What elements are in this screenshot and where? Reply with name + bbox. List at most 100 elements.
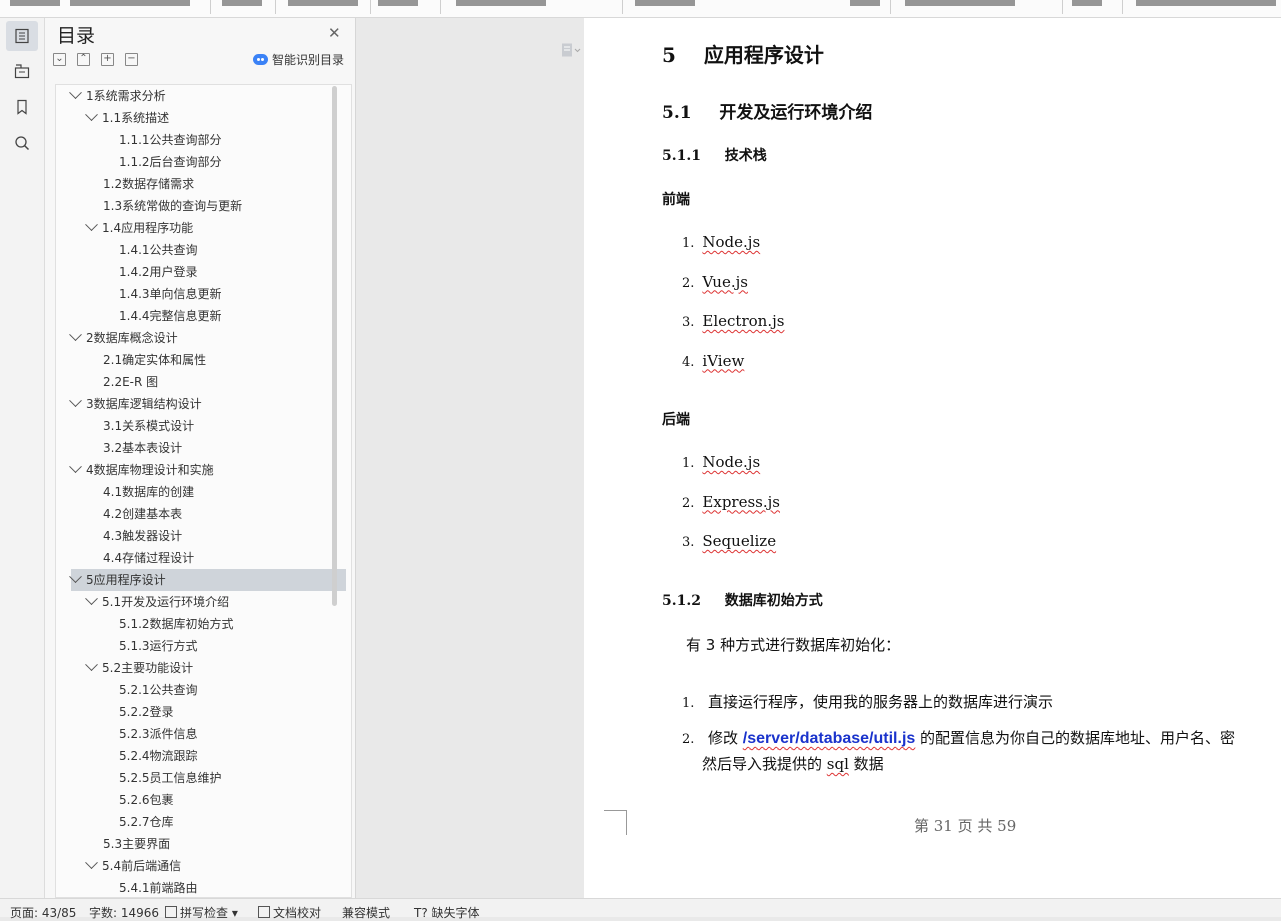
- toc-item-label: 1.4.1公共查询: [119, 243, 198, 257]
- toc-item[interactable]: 1.3系统常做的查询与更新: [71, 195, 346, 217]
- toc-item-label: 1.4应用程序功能: [102, 221, 194, 235]
- toc-item[interactable]: 5.4.1前端路由: [71, 877, 346, 897]
- toc-item[interactable]: 3数据库逻辑结构设计: [69, 393, 346, 415]
- toc-item-label: 5.2.2登录: [119, 705, 174, 719]
- toc-item-label: 2.1确定实体和属性: [103, 353, 207, 367]
- chevron-down-icon[interactable]: [69, 328, 82, 342]
- toc-item-label: 2.2E-R 图: [103, 375, 159, 389]
- toc-title: 目录: [57, 25, 96, 47]
- proofread-icon: [258, 906, 270, 918]
- toc-item[interactable]: 3.2基本表设计: [71, 437, 346, 459]
- list-item: 4. iView: [682, 351, 745, 370]
- toc-item-label: 5应用程序设计: [86, 573, 166, 587]
- toc-item[interactable]: 4.1数据库的创建: [71, 481, 346, 503]
- list-item-text: Vue.js: [702, 272, 748, 291]
- toc-item-label: 5.2.1公共查询: [119, 683, 198, 697]
- step-2: 2. 修改 /server/database/util.js 的配置信息为你自己…: [682, 729, 1236, 747]
- toc-item-label: 3数据库逻辑结构设计: [86, 397, 202, 411]
- heading-3-number: 5.1.1: [662, 148, 701, 164]
- chevron-down-icon[interactable]: [69, 394, 82, 408]
- list-item: 3. Electron.js: [682, 312, 785, 330]
- toc-item[interactable]: 5应用程序设计: [69, 569, 346, 591]
- chevron-down-icon[interactable]: [85, 856, 98, 870]
- missing-fonts[interactable]: T? 缺失字体: [414, 904, 480, 921]
- heading-3-number: 5.1.2: [662, 593, 701, 609]
- step-1-text: 直接运行程序，使用我的服务器上的数据库进行演示: [707, 693, 1053, 711]
- toc-item[interactable]: 4数据库物理设计和实施: [69, 459, 346, 481]
- toc-item[interactable]: 5.2.2登录: [71, 701, 346, 723]
- chevron-down-icon[interactable]: [69, 86, 82, 100]
- toc-item[interactable]: 5.2.5员工信息维护: [71, 767, 346, 789]
- toc-item[interactable]: 5.2.4物流跟踪: [71, 745, 346, 767]
- toc-item[interactable]: 5.1.2数据库初始方式: [71, 613, 346, 635]
- toc-item[interactable]: 4.4存储过程设计: [71, 547, 346, 569]
- spell-check[interactable]: 拼写检查 ▾: [165, 904, 238, 921]
- word-count[interactable]: 字数: 14966: [89, 904, 159, 921]
- toc-item[interactable]: 1系统需求分析: [69, 85, 346, 107]
- structure-icon[interactable]: [6, 56, 38, 86]
- list-item: 3. Sequelize: [682, 532, 777, 550]
- toc-item[interactable]: 3.1关系模式设计: [71, 415, 346, 437]
- toc-item-label: 5.4前后端通信: [102, 859, 182, 873]
- toc-item-label: 4.3触发器设计: [103, 529, 183, 543]
- doc-proofread[interactable]: 文档校对: [258, 904, 321, 921]
- chevron-down-icon[interactable]: [85, 108, 98, 122]
- heading-3-db: 5.1.2 数据库初始方式: [662, 590, 823, 610]
- heading-1-text: 应用程序设计: [703, 43, 824, 67]
- toc-item[interactable]: 2.1确定实体和属性: [71, 349, 346, 371]
- toc-item[interactable]: 1.1.1公共查询部分: [71, 129, 346, 151]
- toc-item-label: 1.4.3单向信息更新: [119, 287, 222, 301]
- bookmark-icon[interactable]: [6, 92, 38, 122]
- toc-item[interactable]: 5.1.3运行方式: [71, 635, 346, 657]
- toc-item[interactable]: 5.3主要界面: [71, 833, 346, 855]
- toc-item-label: 1.2数据存储需求: [103, 177, 195, 191]
- remove-heading-icon[interactable]: −: [125, 53, 138, 66]
- toc-item[interactable]: 1.4应用程序功能: [71, 217, 346, 239]
- toc-scrollbar[interactable]: [332, 86, 337, 606]
- close-icon[interactable]: ✕: [328, 24, 341, 42]
- chevron-down-icon[interactable]: [85, 218, 98, 232]
- toc-item[interactable]: 4.3触发器设计: [71, 525, 346, 547]
- compat-mode[interactable]: 兼容模式: [342, 904, 390, 921]
- toc-view-icon[interactable]: [6, 21, 38, 51]
- toc-item[interactable]: 5.1开发及运行环境介绍: [71, 591, 346, 613]
- toc-list: 1系统需求分析 1.1系统描述 1.1.1公共查询部分 1.1.2后台查询部分 1.2数…: [55, 84, 352, 898]
- toc-item[interactable]: 5.2.1公共查询: [71, 679, 346, 701]
- list-item: 2. Express.js: [682, 492, 780, 511]
- add-heading-icon[interactable]: +: [101, 53, 114, 66]
- smart-toc-button[interactable]: 智能识别目录: [253, 51, 344, 68]
- chevron-down-icon[interactable]: [85, 592, 98, 606]
- page-count[interactable]: 页面: 43/85: [10, 904, 76, 921]
- heading-2-number: 5.1: [662, 103, 692, 123]
- toc-item[interactable]: 4.2创建基本表: [71, 503, 346, 525]
- toc-item-label: 5.1.3运行方式: [119, 639, 198, 653]
- toc-item[interactable]: 5.2.7仓库: [71, 811, 346, 833]
- page-doc-icon[interactable]: [561, 42, 581, 61]
- toc-item[interactable]: 5.2主要功能设计: [71, 657, 346, 679]
- step-2-line2-post: 数据: [848, 755, 884, 773]
- toc-item[interactable]: 2.2E-R 图: [71, 371, 346, 393]
- top-toolbar: [0, 0, 1281, 18]
- chevron-down-icon[interactable]: [69, 570, 82, 584]
- toc-item[interactable]: 1.4.3单向信息更新: [71, 283, 346, 305]
- toc-item[interactable]: 1.4.1公共查询: [71, 239, 346, 261]
- status-bar: 页面: 43/85 字数: 14966 拼写检查 ▾ 文档校对 兼容模式 T? …: [0, 898, 1281, 920]
- chevron-down-icon[interactable]: [69, 460, 82, 474]
- collapse-all-icon[interactable]: ⌄: [53, 53, 66, 66]
- toc-item[interactable]: 2数据库概念设计: [69, 327, 346, 349]
- expand-up-icon[interactable]: ⌃: [77, 53, 90, 66]
- toc-item[interactable]: 1.2数据存储需求: [71, 173, 346, 195]
- chevron-down-icon[interactable]: [85, 658, 98, 672]
- robot-icon: [253, 54, 268, 65]
- toc-item[interactable]: 1.1系统描述: [71, 107, 346, 129]
- toc-item[interactable]: 5.2.6包裹: [71, 789, 346, 811]
- toc-item[interactable]: 5.2.3派件信息: [71, 723, 346, 745]
- backend-label: 后端: [662, 412, 690, 428]
- toc-item[interactable]: 1.4.2用户登录: [71, 261, 346, 283]
- list-item-text: Sequelize: [702, 532, 777, 550]
- toc-item[interactable]: 5.4前后端通信: [71, 855, 346, 877]
- search-icon[interactable]: [6, 128, 38, 158]
- toc-panel: 目录 ✕ ⌄ ⌃ + − 智能识别目录 1系统需求分析 1.1系统描述 1.1.1公…: [45, 18, 356, 898]
- toc-item[interactable]: 1.1.2后台查询部分: [71, 151, 346, 173]
- toc-item[interactable]: 1.4.4完整信息更新: [71, 305, 346, 327]
